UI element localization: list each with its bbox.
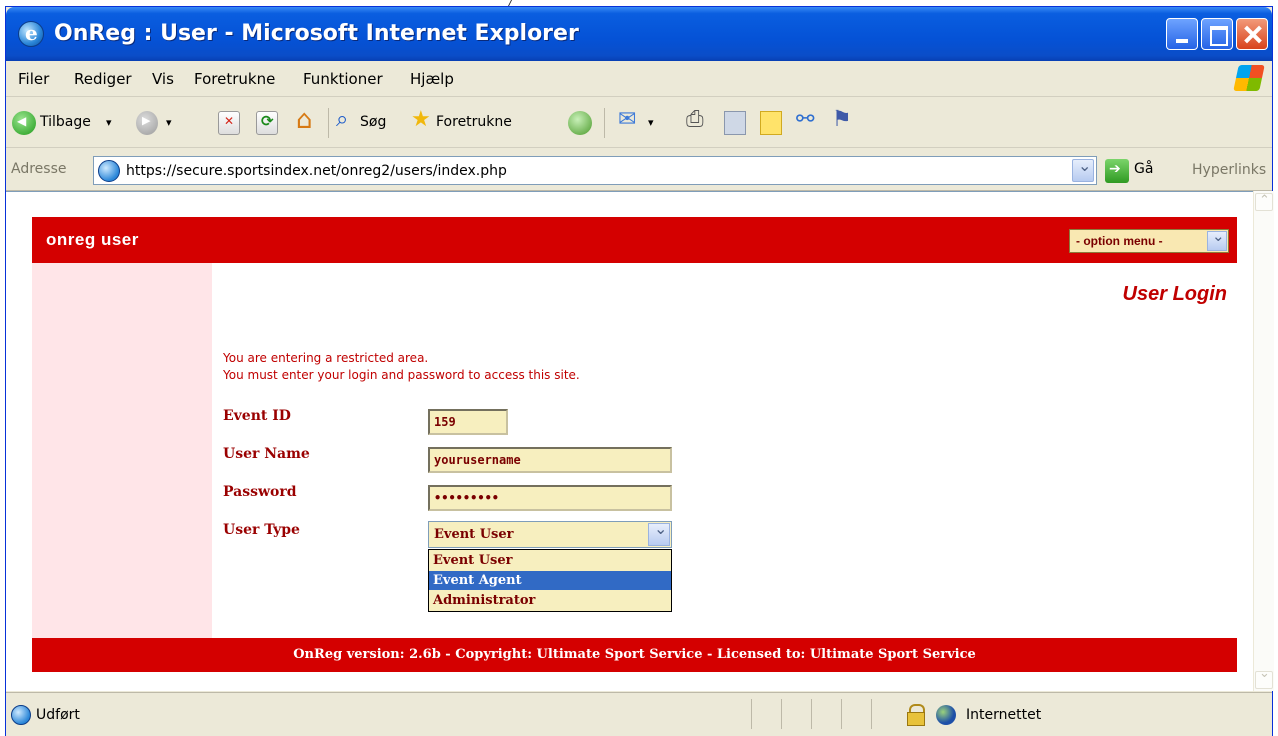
note-icon[interactable]: [760, 111, 782, 135]
forward-icon[interactable]: [136, 111, 158, 135]
search-button[interactable]: Søg: [360, 114, 386, 130]
internet-zone-icon: [936, 705, 956, 725]
ie-window: OnReg : User - Microsoft Internet Explor…: [5, 6, 1274, 736]
status-bar: Udført Internettet: [6, 692, 1272, 736]
user-type-option-event-agent[interactable]: Event Agent: [429, 571, 671, 590]
status-separator: [841, 699, 842, 729]
lock-icon[interactable]: [906, 704, 925, 726]
scroll-up-icon[interactable]: [1255, 193, 1273, 211]
user-name-value: yourusername: [434, 453, 521, 467]
menu-filer[interactable]: Filer: [18, 70, 49, 88]
event-id-value: 159: [434, 415, 456, 429]
window-title: OnReg : User - Microsoft Internet Explor…: [54, 21, 579, 46]
go-arrow-icon[interactable]: [1105, 159, 1129, 183]
windows-flag-icon: [1233, 65, 1265, 91]
menu-hjaelp[interactable]: Hjælp: [410, 70, 454, 88]
user-name-field[interactable]: yourusername: [428, 447, 672, 473]
menu-funktioner[interactable]: Funktioner: [303, 70, 383, 88]
history-icon[interactable]: [568, 111, 592, 135]
user-type-select[interactable]: Event User: [428, 519, 672, 548]
brand-title: onreg user: [46, 230, 139, 249]
page-icon: [98, 160, 120, 182]
toolbar-separator: [328, 108, 329, 138]
back-icon[interactable]: [12, 111, 36, 135]
onreg-header: onreg user - option menu -: [32, 217, 1237, 263]
search-icon[interactable]: [336, 107, 358, 135]
favorites-button[interactable]: Foretrukne: [436, 114, 512, 130]
edit-icon[interactable]: [724, 111, 746, 135]
footer-text: OnReg version: 2.6b - Copyright: Ultimat…: [293, 647, 976, 662]
links-button[interactable]: Hyperlinks: [1192, 162, 1266, 178]
menu-bar: Filer Rediger Vis Foretrukne Funktioner …: [6, 61, 1272, 97]
user-type-dropdown[interactable]: Event User Event Agent Administrator: [428, 549, 672, 612]
option-menu-select[interactable]: - option menu -: [1069, 227, 1229, 253]
stop-icon[interactable]: [218, 111, 240, 135]
user-type-label: User Type: [223, 522, 300, 538]
mail-dropdown-icon[interactable]: ▾: [648, 116, 654, 129]
mail-icon[interactable]: [618, 107, 644, 135]
user-type-option-event-user[interactable]: Event User: [429, 551, 671, 570]
refresh-icon[interactable]: [256, 111, 278, 135]
back-button[interactable]: Tilbage: [40, 114, 91, 130]
user-type-value: Event User: [434, 527, 514, 542]
user-name-label: User Name: [223, 446, 310, 462]
ie-app-icon[interactable]: [18, 21, 44, 47]
event-id-field[interactable]: 159: [428, 409, 508, 435]
favorites-icon[interactable]: [411, 107, 435, 135]
password-field[interactable]: •••••••••: [428, 485, 672, 511]
research-icon[interactable]: [832, 107, 856, 135]
chevron-down-icon[interactable]: [1207, 227, 1227, 251]
address-dropdown-icon[interactable]: [1072, 156, 1094, 182]
menu-rediger[interactable]: Rediger: [74, 70, 132, 88]
chevron-down-icon[interactable]: [648, 519, 670, 546]
menu-vis[interactable]: Vis: [152, 70, 174, 88]
title-bar[interactable]: OnReg : User - Microsoft Internet Explor…: [6, 7, 1272, 61]
event-id-label: Event ID: [223, 408, 291, 424]
back-dropdown-icon[interactable]: ▾: [106, 116, 112, 129]
minimize-button[interactable]: [1166, 18, 1198, 50]
forward-dropdown-icon[interactable]: ▾: [166, 116, 172, 129]
password-label: Password: [223, 484, 297, 500]
print-icon[interactable]: [686, 107, 710, 135]
login-instructions: You must enter your login and password t…: [223, 368, 580, 382]
toolbar-separator: [604, 108, 605, 138]
status-text: Udført: [36, 707, 80, 723]
address-bar: Adresse https://secure.sportsindex.net/o…: [6, 149, 1272, 191]
left-sidebar: [32, 263, 212, 638]
user-type-option-administrator[interactable]: Administrator: [429, 591, 671, 610]
go-button[interactable]: Gå: [1134, 161, 1153, 177]
maximize-button[interactable]: [1201, 18, 1233, 50]
address-input[interactable]: https://secure.sportsindex.net/onreg2/us…: [93, 156, 1097, 185]
page-title: User Login: [1122, 283, 1227, 305]
status-separator: [871, 699, 872, 729]
vertical-scrollbar[interactable]: [1253, 191, 1274, 691]
address-url[interactable]: https://secure.sportsindex.net/onreg2/us…: [126, 163, 507, 179]
security-zone-label: Internettet: [966, 707, 1042, 723]
page-viewport: onreg user - option menu - User Login Yo…: [6, 191, 1253, 691]
done-page-icon: [11, 705, 31, 725]
home-icon[interactable]: [296, 105, 320, 135]
messenger-icon[interactable]: [796, 107, 822, 135]
scroll-down-icon[interactable]: [1255, 666, 1273, 689]
password-value: •••••••••: [434, 491, 500, 505]
login-panel: User Login You are entering a restricted…: [212, 263, 1237, 638]
onreg-footer: OnReg version: 2.6b - Copyright: Ultimat…: [32, 638, 1237, 672]
close-button[interactable]: [1236, 18, 1268, 50]
menu-foretrukne[interactable]: Foretrukne: [194, 70, 275, 88]
restricted-message: You are entering a restricted area.: [223, 351, 429, 365]
address-label: Adresse: [11, 161, 67, 177]
status-separator: [751, 699, 752, 729]
toolbar: Tilbage ▾ ▾ Søg Foretrukne ▾: [6, 98, 1272, 148]
option-menu-value: - option menu -: [1076, 234, 1163, 248]
status-separator: [811, 699, 812, 729]
status-separator: [781, 699, 782, 729]
